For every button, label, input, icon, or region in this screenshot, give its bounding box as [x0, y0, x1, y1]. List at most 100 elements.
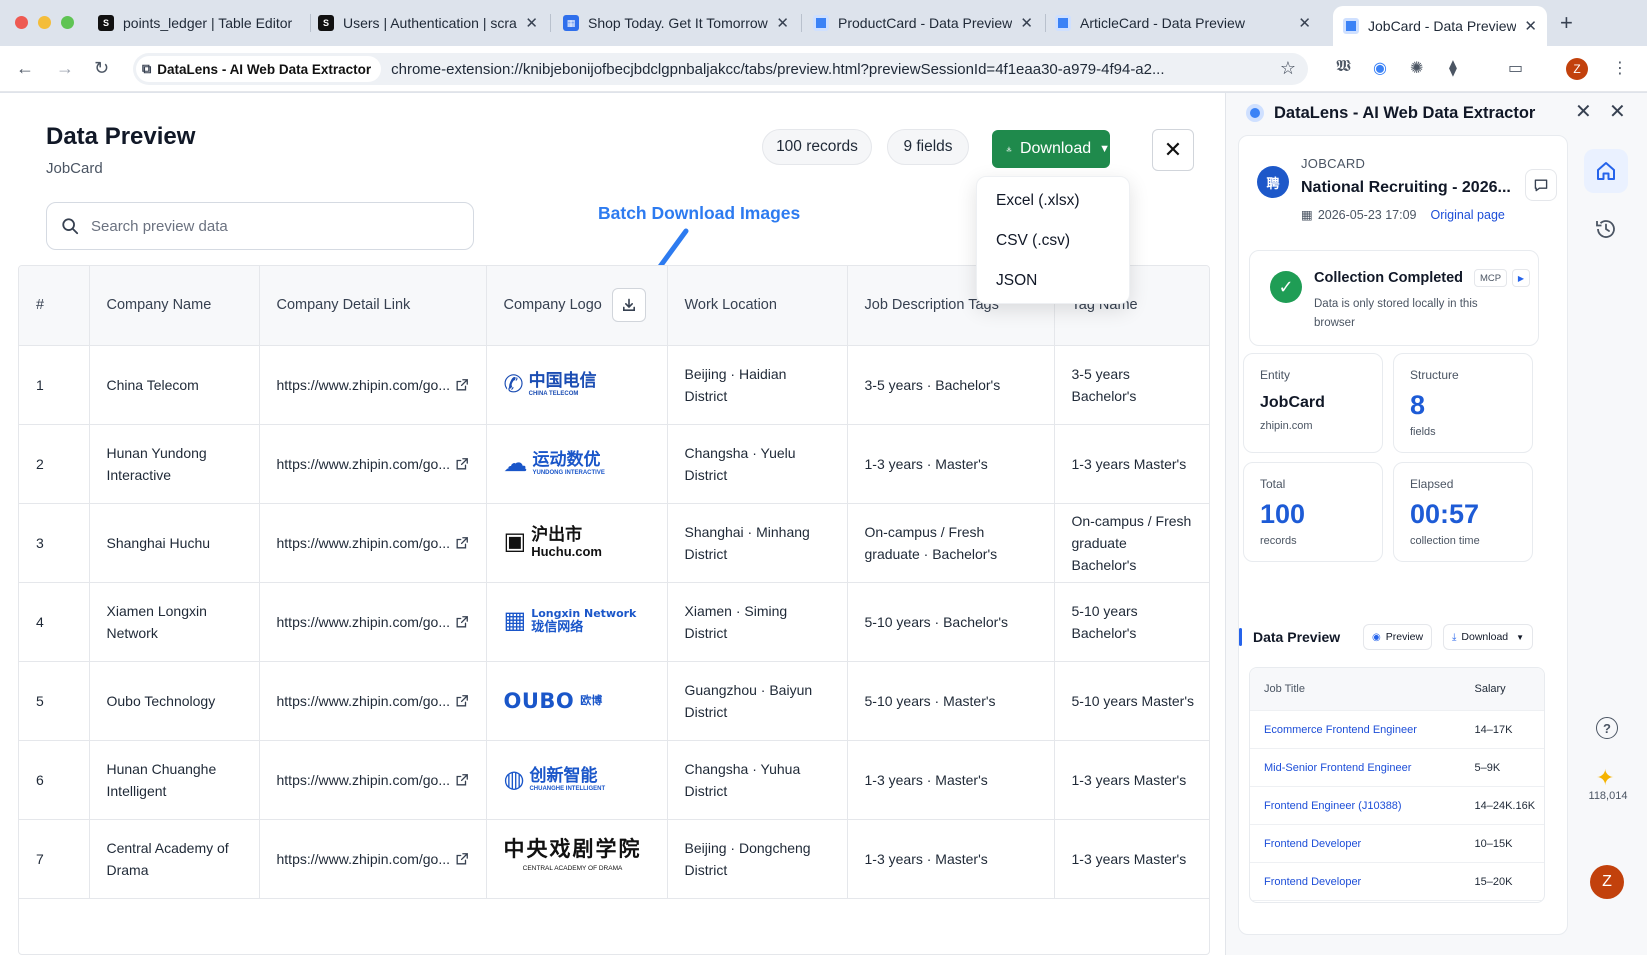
column-header-index[interactable]: #: [19, 266, 90, 346]
omnibox[interactable]: ⧉ DataLens - AI Web Data Extractor chrom…: [133, 53, 1308, 85]
user-avatar[interactable]: Z: [1590, 865, 1624, 899]
close-tab-icon[interactable]: ✕: [525, 14, 538, 32]
company-detail-link-cell[interactable]: https://www.zhipin.com/go...: [259, 582, 487, 662]
table-row[interactable]: 5 Oubo Technology https://www.zhipin.com…: [19, 661, 1209, 741]
column-header-company-logo[interactable]: Company Logo: [486, 266, 668, 346]
menu-item-csv[interactable]: CSV (.csv): [977, 221, 1129, 261]
external-link-icon[interactable]: [455, 773, 469, 787]
company-detail-link-cell[interactable]: https://www.zhipin.com/go...: [259, 740, 487, 820]
browser-tab-jobcard[interactable]: JobCard - Data Preview ✕: [1333, 6, 1547, 46]
browser-tab-users-auth[interactable]: S Users | Authentication | scrap ✕: [308, 8, 548, 38]
w-extension-icon[interactable]: 𝖂: [1336, 58, 1351, 76]
batch-download-images-button[interactable]: [611, 288, 646, 323]
company-logo-image[interactable]: ✆ 中国电信 CHINA TELECOM: [504, 372, 650, 397]
reload-icon[interactable]: ↻: [94, 58, 109, 79]
help-icon[interactable]: ?: [1596, 717, 1618, 739]
bookmark-star-icon[interactable]: ☆: [1280, 58, 1296, 79]
table-row[interactable]: 6 Hunan Chuanghe Intelligent https://www…: [19, 740, 1209, 820]
job-title-link[interactable]: Frontend Developer: [1250, 876, 1475, 888]
job-title-link[interactable]: Mid-Senior Frontend Engineer: [1250, 762, 1475, 774]
mcp-badge[interactable]: MCP: [1474, 269, 1508, 287]
side-download-button[interactable]: ⤓ Download ▼: [1443, 624, 1534, 650]
company-detail-link[interactable]: https://www.zhipin.com/go...: [277, 769, 449, 791]
company-logo-image[interactable]: ▣ 沪出市 Huchu.com: [504, 526, 650, 559]
external-link-icon[interactable]: [455, 694, 469, 708]
browser-tab-articlecard[interactable]: ArticleCard - Data Preview ✕: [1045, 8, 1321, 38]
company-detail-link-cell[interactable]: https://www.zhipin.com/go...: [259, 345, 487, 425]
job-title-link[interactable]: Frontend Engineer (J10388): [1250, 800, 1475, 812]
company-detail-link[interactable]: https://www.zhipin.com/go...: [277, 453, 449, 475]
column-header-company-name[interactable]: Company Name: [89, 266, 260, 346]
browser-tab-shop[interactable]: ▦ Shop Today. Get It Tomorrow ✕: [553, 8, 799, 38]
company-detail-link-cell[interactable]: https://www.zhipin.com/go...: [259, 424, 487, 504]
back-arrow-icon[interactable]: ←: [16, 58, 34, 79]
external-link-icon[interactable]: [455, 378, 469, 392]
search-box[interactable]: [46, 202, 474, 250]
close-window-button[interactable]: [15, 16, 28, 29]
url-text[interactable]: chrome-extension://knibjebonijofbecjbdcl…: [391, 61, 1164, 78]
company-logo-image[interactable]: ☁ 运动数优 YUNDONG INTERACTIVE: [504, 451, 650, 476]
company-logo-image[interactable]: OUBO 欧博: [504, 690, 650, 712]
side-panel-icon[interactable]: ▭: [1508, 58, 1523, 78]
company-detail-link-cell[interactable]: https://www.zhipin.com/go...: [259, 819, 487, 899]
profile-avatar[interactable]: Z: [1566, 58, 1588, 80]
original-page-link[interactable]: Original page: [1431, 208, 1505, 222]
datalens-extension-icon[interactable]: ◉: [1373, 58, 1387, 78]
table-row[interactable]: 1 China Telecom https://www.zhipin.com/g…: [19, 345, 1209, 425]
menu-kebab-icon[interactable]: ⋮: [1612, 58, 1628, 78]
table-row[interactable]: 3 Shanghai Huchu https://www.zhipin.com/…: [19, 503, 1209, 583]
site-chip[interactable]: ⧉ DataLens - AI Web Data Extractor: [136, 56, 382, 82]
close-preview-button[interactable]: ✕: [1152, 129, 1194, 171]
close-tab-icon[interactable]: ✕: [1298, 14, 1311, 32]
external-link-icon[interactable]: [455, 536, 469, 550]
external-link-icon[interactable]: [455, 457, 469, 471]
company-logo-image[interactable]: 中央戏剧学院 CENTRAL ACADEMY OF DRAMA: [504, 837, 650, 880]
table-row[interactable]: 4 Xiamen Longxin Network https://www.zhi…: [19, 582, 1209, 662]
home-button[interactable]: [1584, 149, 1628, 193]
company-logo-image[interactable]: ◍ 创新智能 CHUANGHE INTELLIGENT: [504, 767, 650, 792]
company-detail-link[interactable]: https://www.zhipin.com/go...: [277, 374, 449, 396]
extensions-puzzle-icon[interactable]: ⧫: [1449, 58, 1457, 78]
browser-tab-productcard[interactable]: ProductCard - Data Preview ✕: [803, 8, 1043, 38]
browser-tab-points-ledger[interactable]: S points_ledger | Table Editor: [88, 8, 310, 38]
company-detail-link-cell[interactable]: https://www.zhipin.com/go...: [259, 503, 487, 583]
table-row[interactable]: 2 Hunan Yundong Interactive https://www.…: [19, 424, 1209, 504]
company-detail-link[interactable]: https://www.zhipin.com/go...: [277, 848, 449, 870]
column-header-work-location[interactable]: Work Location: [667, 266, 848, 346]
minimize-window-button[interactable]: [38, 16, 51, 29]
job-title-link[interactable]: Frontend Developer: [1250, 838, 1475, 850]
close-tab-icon[interactable]: ✕: [1524, 17, 1537, 35]
play-icon[interactable]: ▶: [1512, 269, 1530, 287]
job-title-link[interactable]: Ecommerce Frontend Engineer: [1250, 724, 1475, 736]
close-sidebar-icon[interactable]: ✕: [1609, 99, 1626, 124]
menu-item-json[interactable]: JSON: [977, 261, 1129, 301]
close-tab-icon[interactable]: ✕: [776, 14, 789, 32]
side-table-row[interactable]: Ecommerce Frontend Engineer 14–17K: [1250, 711, 1544, 749]
maximize-window-button[interactable]: [61, 16, 74, 29]
company-detail-link-cell[interactable]: https://www.zhipin.com/go...: [259, 661, 487, 741]
side-table-row[interactable]: Frontend Developer 10–15K: [1250, 825, 1544, 863]
external-link-icon[interactable]: [455, 615, 469, 629]
new-tab-button[interactable]: +: [1560, 10, 1573, 36]
company-logo-image[interactable]: ▦ Longxin Network 珑信网络: [504, 608, 650, 634]
company-detail-link[interactable]: https://www.zhipin.com/go...: [277, 611, 449, 633]
external-link-icon[interactable]: [455, 852, 469, 866]
history-icon[interactable]: [1594, 217, 1618, 241]
menu-item-excel[interactable]: Excel (.xlsx): [977, 181, 1129, 221]
side-table-row[interactable]: Frontend Developer 15–20K: [1250, 863, 1544, 901]
download-button[interactable]: Download ▼: [992, 130, 1110, 168]
ai-extension-icon[interactable]: ✺: [1410, 58, 1423, 78]
side-table-row[interactable]: Mid-Senior Frontend Engineer 5–9K: [1250, 749, 1544, 787]
close-tab-icon[interactable]: ✕: [1020, 14, 1033, 32]
close-panel-icon[interactable]: ✕: [1575, 99, 1592, 124]
tab-title: ArticleCard - Data Preview: [1080, 15, 1245, 31]
company-detail-link[interactable]: https://www.zhipin.com/go...: [277, 532, 449, 554]
search-input[interactable]: [91, 217, 451, 235]
comment-button[interactable]: [1525, 169, 1557, 201]
table-row[interactable]: 7 Central Academy of Drama https://www.z…: [19, 819, 1209, 899]
company-detail-link[interactable]: https://www.zhipin.com/go...: [277, 690, 449, 712]
side-table-row[interactable]: Frontend Engineer (J10388) 14–24K.16K: [1250, 787, 1544, 825]
column-header-company-detail-link[interactable]: Company Detail Link: [259, 266, 487, 346]
forward-arrow-icon[interactable]: →: [56, 58, 74, 79]
preview-button[interactable]: ◉ Preview: [1363, 624, 1433, 650]
